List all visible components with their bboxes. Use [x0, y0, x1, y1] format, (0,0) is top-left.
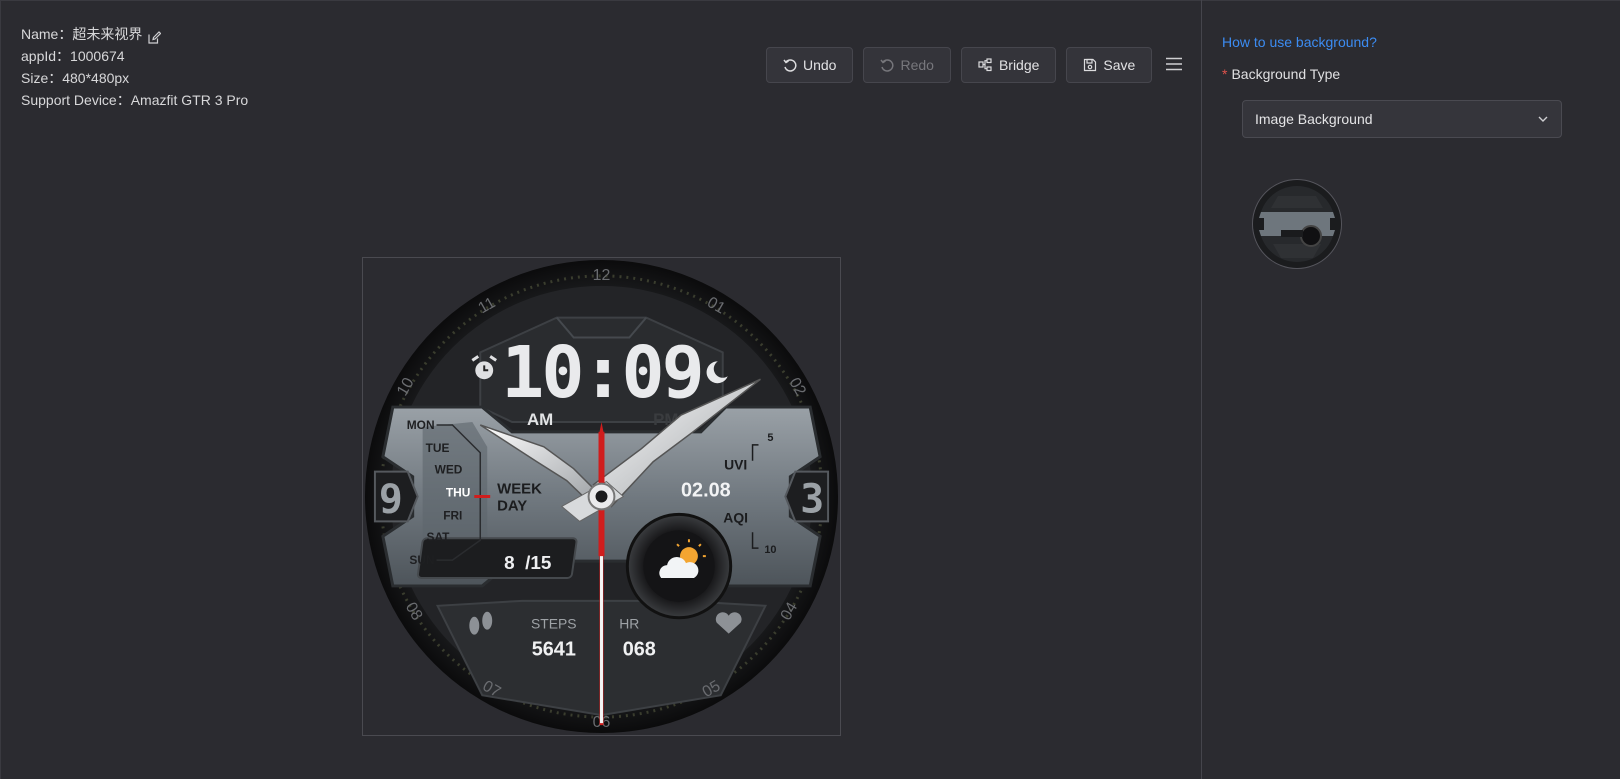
bg-image-thumbnail[interactable]: [1252, 179, 1342, 269]
name-label: Name：: [21, 26, 73, 42]
editor-main: Name： 超未来视界 appId： 1000674 Size： 480*480…: [0, 0, 1201, 779]
menu-icon[interactable]: [1165, 55, 1183, 73]
day-tue: TUE: [426, 441, 450, 455]
weekday-label-1: WEEK: [497, 482, 542, 498]
name-value: 超未来视界: [72, 26, 143, 42]
digital-time: 10:09: [501, 331, 701, 414]
undo-button[interactable]: Undo: [766, 47, 854, 83]
size-label: Size：: [21, 70, 63, 86]
bg-type-label-text: Background Type: [1231, 66, 1341, 82]
watchface-canvas[interactable]: 12 01 02 04 05 06 07 08 10 11 10:09 AM P…: [362, 257, 841, 736]
numeral-3: 3: [800, 476, 824, 522]
appid-row: appId： 1000674: [21, 45, 248, 67]
am-indicator: AM: [527, 410, 553, 429]
day-thu: THU: [446, 486, 470, 500]
save-icon: [1084, 58, 1097, 72]
numeral-9: 9: [379, 476, 403, 522]
size-value: 480*480px: [62, 70, 130, 86]
hr-value: 068: [623, 639, 656, 661]
bridge-button[interactable]: Bridge: [960, 47, 1057, 83]
hr-label: HR: [619, 616, 639, 632]
watchface-info: Name： 超未来视界 appId： 1000674 Size： 480*480…: [21, 23, 248, 111]
bezel-12: 12: [593, 267, 611, 284]
device-value: Amazfit GTR 3 Pro: [130, 92, 249, 108]
undo-label: Undo: [803, 57, 837, 73]
steps-value: 5641: [532, 639, 576, 661]
device-row: Support Device： Amazfit GTR 3 Pro: [21, 89, 248, 111]
uvi-label: UVI: [724, 457, 747, 473]
watchface-preview: 12 01 02 04 05 06 07 08 10 11 10:09 AM P…: [364, 259, 839, 734]
help-link[interactable]: How to use background?: [1222, 34, 1377, 50]
size-row: Size： 480*480px: [21, 67, 248, 89]
bridge-label: Bridge: [998, 57, 1040, 73]
month-day: 8 /15: [504, 553, 551, 574]
save-label: Save: [1103, 57, 1136, 73]
day-mon: MON: [407, 418, 435, 432]
required-mark: *: [1222, 66, 1228, 82]
bg-type-select[interactable]: Image Background: [1242, 100, 1562, 138]
appid-value: 1000674: [70, 48, 125, 64]
day-sat: SAT: [427, 530, 451, 544]
day-fri: FRI: [443, 508, 462, 522]
save-button[interactable]: Save: [1066, 47, 1153, 83]
uvi-max: 5: [767, 432, 773, 444]
name-row: Name： 超未来视界: [21, 23, 248, 45]
toolbar: Undo Redo Bridge Save: [766, 47, 1162, 83]
date-value: 02.08: [681, 480, 731, 502]
aqi-max: 10: [764, 544, 776, 556]
redo-button[interactable]: Redo: [863, 47, 951, 83]
appid-label: appId：: [21, 48, 71, 64]
property-panel: How to use background? * Background Type …: [1202, 0, 1620, 779]
day-wed: WED: [435, 463, 463, 477]
chevron-down-icon: [1538, 116, 1548, 122]
bg-type-selected: Image Background: [1255, 111, 1373, 127]
edit-icon[interactable]: [148, 28, 162, 44]
undo-icon: [783, 59, 797, 72]
device-label: Support Device：: [21, 92, 131, 108]
steps-label: STEPS: [531, 616, 577, 632]
bridge-icon: [978, 58, 992, 72]
aqi-label: AQI: [723, 509, 748, 525]
day-sun: SUN: [409, 553, 434, 567]
bg-type-label: * Background Type: [1222, 66, 1340, 82]
weekday-label-2: DAY: [497, 498, 527, 514]
redo-label: Redo: [900, 57, 934, 73]
redo-icon: [880, 59, 894, 72]
